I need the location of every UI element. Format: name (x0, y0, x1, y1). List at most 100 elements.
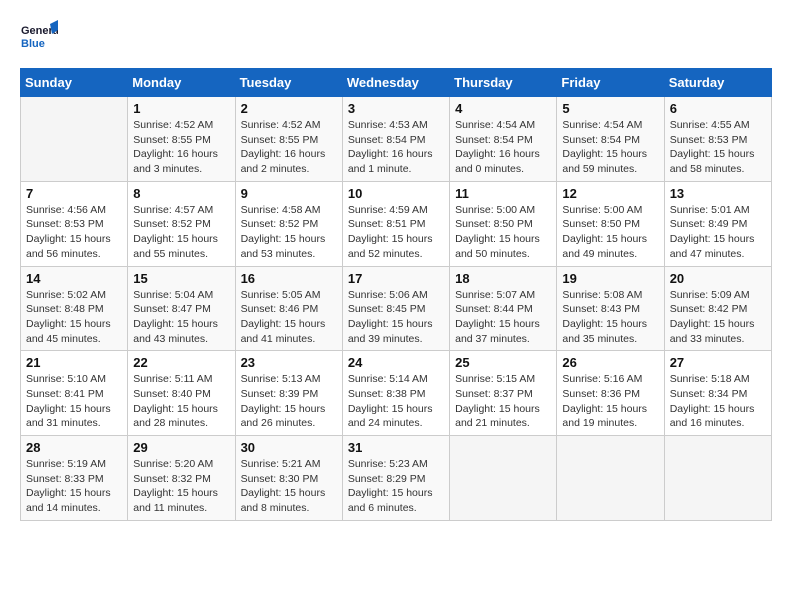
calendar-week-row: 21Sunrise: 5:10 AM Sunset: 8:41 PM Dayli… (21, 351, 772, 436)
day-info: Sunrise: 5:00 AM Sunset: 8:50 PM Dayligh… (455, 203, 551, 262)
day-info: Sunrise: 4:55 AM Sunset: 8:53 PM Dayligh… (670, 118, 766, 177)
day-number: 11 (455, 186, 551, 201)
calendar-cell: 26Sunrise: 5:16 AM Sunset: 8:36 PM Dayli… (557, 351, 664, 436)
logo-svg: General Blue (20, 20, 58, 58)
calendar-header: SundayMondayTuesdayWednesdayThursdayFrid… (21, 69, 772, 97)
day-info: Sunrise: 4:59 AM Sunset: 8:51 PM Dayligh… (348, 203, 444, 262)
calendar-cell (557, 436, 664, 521)
day-number: 18 (455, 271, 551, 286)
calendar-cell: 23 Sunrise: 5:13 AM Sunset: 8:39 PM Dayli… (235, 351, 342, 436)
day-number: 12 (562, 186, 658, 201)
day-number: 14 (26, 271, 122, 286)
svg-text:Blue: Blue (21, 38, 45, 50)
calendar-week-row: 14Sunrise: 5:02 AM Sunset: 8:48 PM Dayli… (21, 266, 772, 351)
calendar-cell: 20 Sunrise: 5:09 AM Sunset: 8:42 PM Dayli… (664, 266, 771, 351)
calendar-cell: 25 Sunrise: 5:15 AM Sunset: 8:37 PM Dayli… (450, 351, 557, 436)
day-number: 4 (455, 101, 551, 116)
calendar-cell: 11 Sunrise: 5:00 AM Sunset: 8:50 PM Dayli… (450, 181, 557, 266)
calendar-cell: 3 Sunrise: 4:53 AM Sunset: 8:54 PM Daylig… (342, 97, 449, 182)
calendar-week-row: 1 Sunrise: 4:52 AM Sunset: 8:55 PM Daylig… (21, 97, 772, 182)
calendar-cell: 24 Sunrise: 5:14 AM Sunset: 8:38 PM Dayli… (342, 351, 449, 436)
calendar-cell (21, 97, 128, 182)
calendar-cell: 6 Sunrise: 4:55 AM Sunset: 8:53 PM Daylig… (664, 97, 771, 182)
day-number: 6 (670, 101, 766, 116)
day-number: 13 (670, 186, 766, 201)
day-info: Sunrise: 4:56 AM Sunset: 8:53 PM Dayligh… (26, 203, 122, 262)
weekday-header-saturday: Saturday (664, 69, 771, 97)
day-info: Sunrise: 4:54 AM Sunset: 8:54 PM Dayligh… (562, 118, 658, 177)
calendar-cell (664, 436, 771, 521)
day-info: Sunrise: 5:05 AM Sunset: 8:46 PM Dayligh… (241, 288, 337, 347)
day-number: 25 (455, 355, 551, 370)
day-number: 27 (670, 355, 766, 370)
calendar-body: 1 Sunrise: 4:52 AM Sunset: 8:55 PM Daylig… (21, 97, 772, 521)
day-number: 26 (562, 355, 658, 370)
day-number: 1 (133, 101, 229, 116)
weekday-header-monday: Monday (128, 69, 235, 97)
weekday-header-row: SundayMondayTuesdayWednesdayThursdayFrid… (21, 69, 772, 97)
day-number: 22 (133, 355, 229, 370)
day-number: 3 (348, 101, 444, 116)
calendar-cell: 13 Sunrise: 5:01 AM Sunset: 8:49 PM Dayli… (664, 181, 771, 266)
day-number: 10 (348, 186, 444, 201)
calendar-cell: 1 Sunrise: 4:52 AM Sunset: 8:55 PM Daylig… (128, 97, 235, 182)
day-info: Sunrise: 5:09 AM Sunset: 8:42 PM Dayligh… (670, 288, 766, 347)
calendar-cell: 29Sunrise: 5:20 AM Sunset: 8:32 PM Dayli… (128, 436, 235, 521)
calendar-cell: 22Sunrise: 5:11 AM Sunset: 8:40 PM Dayli… (128, 351, 235, 436)
day-info: Sunrise: 5:19 AM Sunset: 8:33 PM Dayligh… (26, 457, 122, 516)
calendar-cell (450, 436, 557, 521)
day-number: 31 (348, 440, 444, 455)
calendar-cell: 15Sunrise: 5:04 AM Sunset: 8:47 PM Dayli… (128, 266, 235, 351)
page-header: General Blue (20, 20, 772, 58)
day-info: Sunrise: 5:15 AM Sunset: 8:37 PM Dayligh… (455, 372, 551, 431)
day-info: Sunrise: 5:14 AM Sunset: 8:38 PM Dayligh… (348, 372, 444, 431)
day-info: Sunrise: 5:23 AM Sunset: 8:29 PM Dayligh… (348, 457, 444, 516)
day-info: Sunrise: 4:54 AM Sunset: 8:54 PM Dayligh… (455, 118, 551, 177)
day-number: 17 (348, 271, 444, 286)
day-info: Sunrise: 5:07 AM Sunset: 8:44 PM Dayligh… (455, 288, 551, 347)
calendar-cell: 16 Sunrise: 5:05 AM Sunset: 8:46 PM Dayli… (235, 266, 342, 351)
calendar-cell: 10 Sunrise: 4:59 AM Sunset: 8:51 PM Dayli… (342, 181, 449, 266)
calendar-cell: 4 Sunrise: 4:54 AM Sunset: 8:54 PM Daylig… (450, 97, 557, 182)
calendar-table: SundayMondayTuesdayWednesdayThursdayFrid… (20, 68, 772, 521)
day-number: 20 (670, 271, 766, 286)
day-number: 2 (241, 101, 337, 116)
day-info: Sunrise: 4:58 AM Sunset: 8:52 PM Dayligh… (241, 203, 337, 262)
calendar-week-row: 28 Sunrise: 5:19 AM Sunset: 8:33 PM Dayli… (21, 436, 772, 521)
calendar-cell: 18 Sunrise: 5:07 AM Sunset: 8:44 PM Dayli… (450, 266, 557, 351)
day-number: 16 (241, 271, 337, 286)
calendar-cell: 2 Sunrise: 4:52 AM Sunset: 8:55 PM Daylig… (235, 97, 342, 182)
day-number: 8 (133, 186, 229, 201)
day-number: 28 (26, 440, 122, 455)
day-info: Sunrise: 5:13 AM Sunset: 8:39 PM Dayligh… (241, 372, 337, 431)
day-number: 24 (348, 355, 444, 370)
day-info: Sunrise: 5:08 AM Sunset: 8:43 PM Dayligh… (562, 288, 658, 347)
calendar-cell: 7 Sunrise: 4:56 AM Sunset: 8:53 PM Daylig… (21, 181, 128, 266)
day-number: 30 (241, 440, 337, 455)
day-info: Sunrise: 5:18 AM Sunset: 8:34 PM Dayligh… (670, 372, 766, 431)
calendar-week-row: 7 Sunrise: 4:56 AM Sunset: 8:53 PM Daylig… (21, 181, 772, 266)
calendar-cell: 5 Sunrise: 4:54 AM Sunset: 8:54 PM Daylig… (557, 97, 664, 182)
day-info: Sunrise: 5:01 AM Sunset: 8:49 PM Dayligh… (670, 203, 766, 262)
day-number: 7 (26, 186, 122, 201)
day-number: 29 (133, 440, 229, 455)
day-number: 23 (241, 355, 337, 370)
day-info: Sunrise: 4:52 AM Sunset: 8:55 PM Dayligh… (241, 118, 337, 177)
logo: General Blue (20, 20, 58, 58)
day-number: 5 (562, 101, 658, 116)
day-info: Sunrise: 5:04 AM Sunset: 8:47 PM Dayligh… (133, 288, 229, 347)
day-info: Sunrise: 5:10 AM Sunset: 8:41 PM Dayligh… (26, 372, 122, 431)
calendar-cell: 14Sunrise: 5:02 AM Sunset: 8:48 PM Dayli… (21, 266, 128, 351)
calendar-cell: 9 Sunrise: 4:58 AM Sunset: 8:52 PM Daylig… (235, 181, 342, 266)
day-number: 9 (241, 186, 337, 201)
calendar-cell: 28 Sunrise: 5:19 AM Sunset: 8:33 PM Dayli… (21, 436, 128, 521)
day-info: Sunrise: 4:53 AM Sunset: 8:54 PM Dayligh… (348, 118, 444, 177)
weekday-header-sunday: Sunday (21, 69, 128, 97)
weekday-header-wednesday: Wednesday (342, 69, 449, 97)
calendar-cell: 30Sunrise: 5:21 AM Sunset: 8:30 PM Dayli… (235, 436, 342, 521)
day-info: Sunrise: 5:00 AM Sunset: 8:50 PM Dayligh… (562, 203, 658, 262)
calendar-cell: 19Sunrise: 5:08 AM Sunset: 8:43 PM Dayli… (557, 266, 664, 351)
day-info: Sunrise: 4:52 AM Sunset: 8:55 PM Dayligh… (133, 118, 229, 177)
day-info: Sunrise: 4:57 AM Sunset: 8:52 PM Dayligh… (133, 203, 229, 262)
calendar-cell: 17Sunrise: 5:06 AM Sunset: 8:45 PM Dayli… (342, 266, 449, 351)
